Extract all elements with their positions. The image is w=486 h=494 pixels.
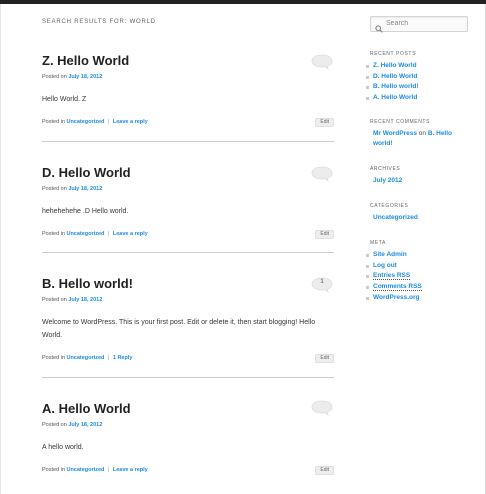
recent-post-link[interactable]: Z. Hello World	[366, 61, 470, 72]
post-z-hello-world: Z. Hello World Posted on July 18, 2012 H…	[42, 40, 334, 142]
widget-title-recent-comments: RECENT COMMENTS	[370, 119, 431, 125]
comment-post-link[interactable]: B. Hello	[428, 130, 452, 137]
reply-link[interactable]: Leave a reply	[113, 467, 148, 473]
comment-count: 1	[320, 279, 324, 285]
footer-separator: |	[107, 467, 110, 473]
posted-on-label: Posted on	[42, 297, 67, 303]
post-meta: Posted on July 18, 2012	[42, 185, 334, 193]
post-date-link[interactable]: July 18, 2012	[68, 74, 102, 80]
reply-link[interactable]: Leave a reply	[113, 231, 148, 237]
edit-button[interactable]: Edit	[315, 354, 334, 363]
post-title[interactable]: D. Hello World	[42, 142, 334, 181]
meta-wordpress-org-link[interactable]: WordPress.org	[366, 293, 470, 304]
widget-categories: CATEGORIES Uncategorized	[370, 203, 470, 224]
post-d-hello-world: D. Hello World Posted on July 18, 2012 h…	[42, 142, 334, 253]
footer-separator: |	[107, 231, 110, 237]
search-results-title: SEARCH RESULTS FOR: WORLD	[42, 19, 156, 25]
post-content: A hello world.	[42, 444, 84, 451]
post-title[interactable]: A. Hello World	[42, 378, 334, 417]
posted-in-label: Posted in	[42, 467, 65, 473]
meta-entries-rss-link[interactable]: Entries RSS	[366, 271, 470, 282]
edit-button[interactable]: Edit	[315, 118, 334, 127]
meta-entries-rss-label: Entries RSS	[373, 272, 411, 281]
page-left-border	[0, 4, 1, 494]
category-link[interactable]: Uncategorized	[370, 213, 470, 224]
search-icon	[375, 20, 383, 38]
meta-log-out-link[interactable]: Log out	[366, 261, 470, 272]
post-date-link[interactable]: July 18, 2012	[68, 422, 102, 428]
widget-recent-posts: RECENT POSTS Z. Hello World D. Hello Wor…	[366, 51, 470, 104]
recent-post-link[interactable]: A. Hello World	[366, 93, 470, 104]
sidebar: RECENT POSTS Z. Hello World D. Hello Wor…	[366, 16, 468, 301]
post-title[interactable]: Z. Hello World	[42, 40, 334, 69]
posted-in-label: Posted in	[42, 119, 65, 125]
reply-link[interactable]: 1 Reply	[113, 355, 133, 361]
recent-post-link[interactable]: B. Hello world!	[366, 82, 470, 93]
archive-link[interactable]: July 2012	[370, 176, 470, 187]
comment-bubble-icon[interactable]	[311, 54, 333, 70]
footer-separator: |	[107, 119, 110, 125]
posted-in-label: Posted in	[42, 231, 65, 237]
post-footer: Posted in Uncategorized | Leave a reply …	[42, 466, 334, 475]
search-input[interactable]	[386, 18, 464, 29]
post-footer: Posted in Uncategorized | 1 Reply Edit	[42, 354, 334, 363]
comment-bubble-icon[interactable]	[311, 400, 333, 416]
posted-on-label: Posted on	[42, 74, 67, 80]
post-a-hello-world: A. Hello World Posted on July 18, 2012 A…	[42, 378, 334, 475]
post-footer: Posted in Uncategorized | Leave a reply …	[42, 118, 334, 127]
post-content: Hello World. Z	[42, 96, 87, 103]
post-title[interactable]: B. Hello world!	[42, 253, 334, 292]
posted-on-label: Posted on	[42, 422, 67, 428]
category-link[interactable]: Uncategorized	[66, 355, 104, 361]
widget-recent-comments: RECENT COMMENTS Mr WordPress on B. Hello…	[370, 119, 470, 148]
widget-title-meta: META	[370, 240, 386, 246]
posted-in-label: Posted in	[42, 355, 65, 361]
post-meta: Posted on July 18, 2012	[42, 73, 334, 81]
edit-button[interactable]: Edit	[315, 466, 334, 475]
widget-title-archives: ARCHIVES	[370, 166, 401, 172]
reply-link[interactable]: Leave a reply	[113, 119, 148, 125]
post-list: Z. Hello World Posted on July 18, 2012 H…	[42, 40, 334, 475]
edit-button[interactable]: Edit	[315, 230, 334, 239]
recent-post-link[interactable]: D. Hello World	[366, 72, 470, 83]
category-link[interactable]: Uncategorized	[66, 467, 104, 473]
post-date-link[interactable]: July 18, 2012	[68, 297, 102, 303]
widget-meta: META Site Admin Log out Entries RSS Comm…	[366, 240, 470, 304]
meta-site-admin-link[interactable]: Site Admin	[366, 250, 470, 261]
top-bar	[0, 0, 486, 4]
widget-archives: ARCHIVES July 2012	[370, 166, 470, 187]
post-content: hehehehehe .D Hello world.	[42, 208, 129, 215]
footer-separator: |	[107, 355, 110, 361]
post-meta: Posted on July 18, 2012	[42, 421, 334, 429]
comment-on-label: on	[418, 130, 426, 137]
search-form	[370, 16, 468, 33]
posted-on-label: Posted on	[42, 186, 67, 192]
widget-title-recent-posts: RECENT POSTS	[370, 51, 417, 57]
comment-author-link[interactable]: Mr WordPress	[373, 130, 417, 137]
post-b-hello-world: B. Hello world! 1 Posted on July 18, 201…	[42, 253, 334, 378]
meta-comments-rss-link[interactable]: Comments RSS	[366, 282, 470, 293]
category-link[interactable]: Uncategorized	[66, 119, 104, 125]
comment-bubble-icon[interactable]	[311, 166, 333, 182]
recent-comment-item: Mr WordPress on B. Hello world!	[370, 129, 470, 148]
comment-bubble-icon[interactable]: 1	[311, 277, 333, 293]
post-content: Welcome to WordPress. This is your first…	[42, 319, 316, 339]
category-link[interactable]: Uncategorized	[66, 231, 104, 237]
comment-post-link-cont[interactable]: world!	[373, 140, 393, 147]
post-meta: Posted on July 18, 2012	[42, 296, 334, 304]
post-date-link[interactable]: July 18, 2012	[68, 186, 102, 192]
post-footer: Posted in Uncategorized | Leave a reply …	[42, 230, 334, 239]
widget-title-categories: CATEGORIES	[370, 203, 409, 209]
meta-comments-rss-label: Comments RSS	[373, 283, 422, 292]
